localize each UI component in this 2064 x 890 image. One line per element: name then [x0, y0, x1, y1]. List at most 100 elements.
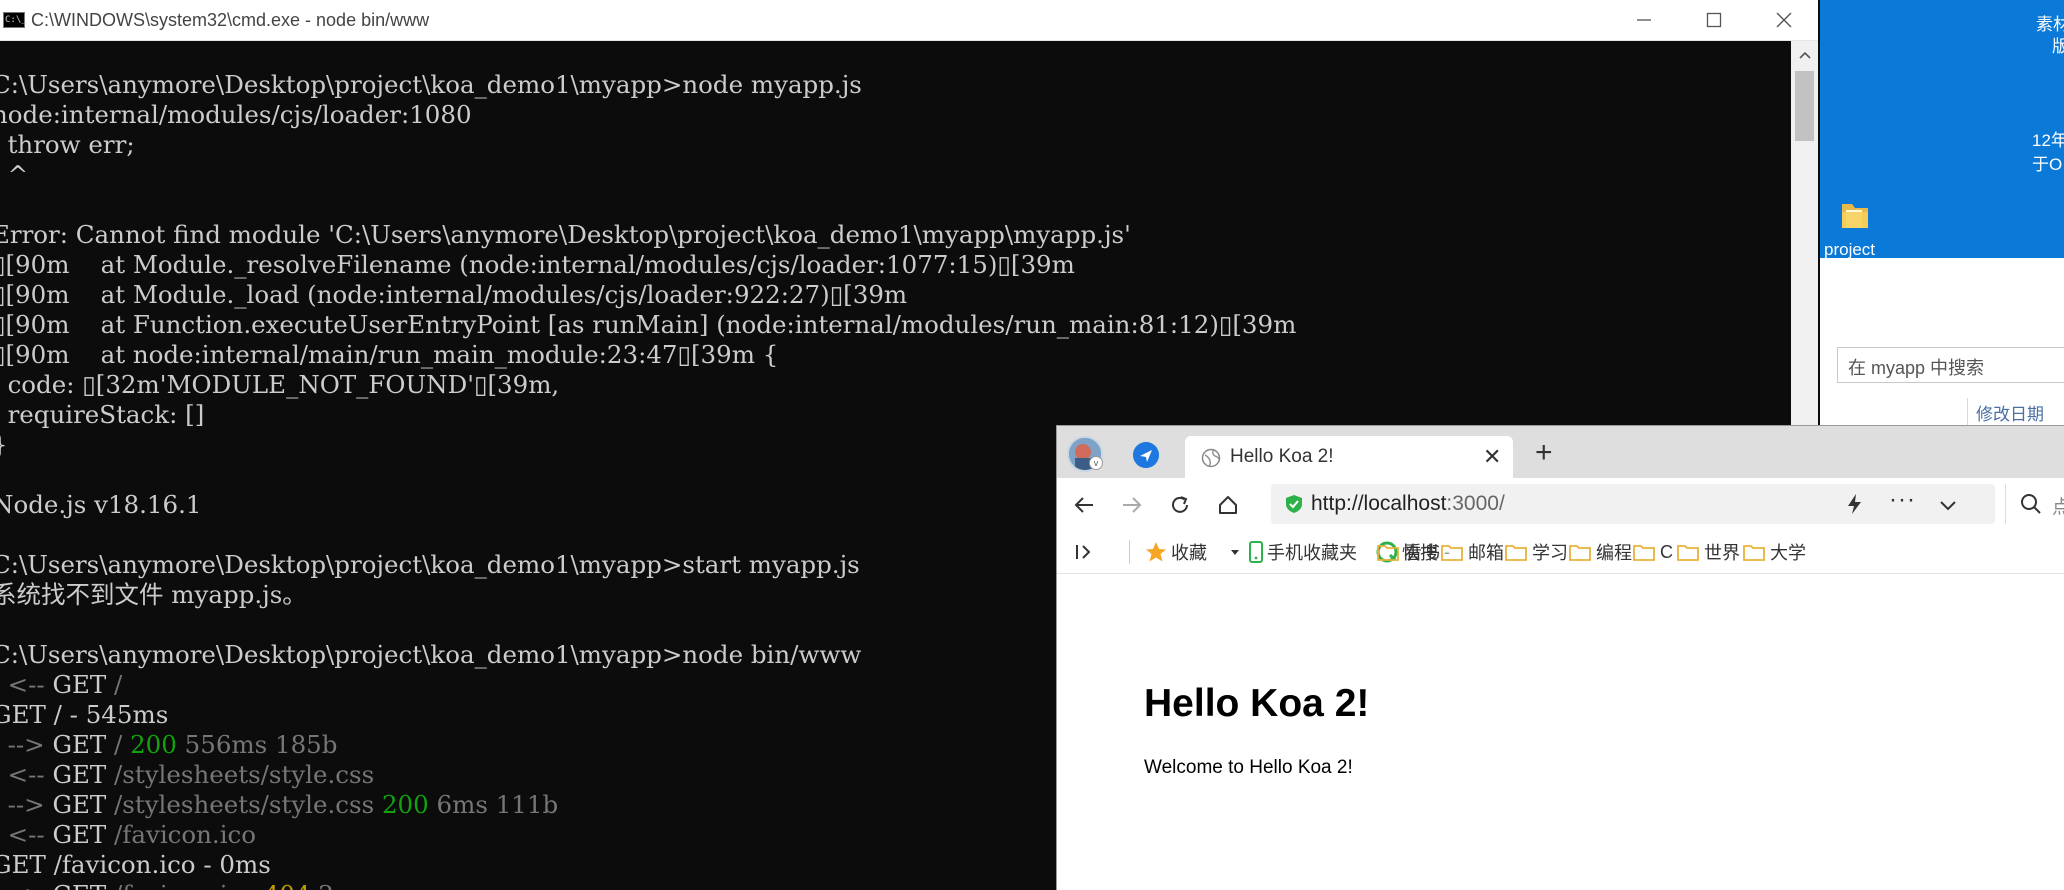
sidebar-toggle-icon — [1076, 545, 1091, 559]
scroll-up-button[interactable] — [1791, 41, 1818, 69]
forward-button[interactable] — [1117, 490, 1147, 520]
console-text: code: ▯[32m'MODULE_NOT_FOUND'▯[39m, — [0, 370, 560, 399]
console-text: ▯[90m at node:internal/main/run_main_mod… — [0, 340, 779, 369]
bookmark-favorites[interactable]: 收藏 — [1145, 540, 1207, 564]
console-text: 6ms 111b — [436, 790, 559, 819]
console-text: GET — [52, 760, 115, 789]
bookmark-folder[interactable]: 学习 — [1505, 540, 1568, 564]
arrow-right-icon — [1123, 497, 1142, 513]
scrollbar-thumb[interactable] — [1795, 71, 1814, 141]
console-text: } — [0, 430, 8, 459]
favorites-dropdown[interactable] — [1229, 540, 1241, 564]
close-button[interactable] — [1749, 0, 1819, 40]
console-line: ▯[90m at Module._load (node:internal/mod… — [0, 280, 1782, 310]
reload-icon — [1172, 496, 1188, 513]
navigation-icon[interactable] — [1133, 442, 1159, 468]
folder-icon[interactable] — [1838, 198, 1872, 232]
console-text: GET /favicon.ico - 0ms — [0, 850, 271, 879]
bookmark-folder[interactable]: C — [1633, 540, 1673, 564]
console-text: GET / - 545ms — [0, 700, 169, 729]
console-text: ▯[90m at Function.executeUserEntryPoint … — [0, 310, 1297, 339]
window-title: C:\WINDOWS\system32\cmd.exe - node bin/w… — [31, 10, 430, 30]
console-text: GET — [52, 820, 115, 849]
console-text: 200 — [130, 730, 185, 759]
console-text: ▯[90m at Module._load (node:internal/mod… — [0, 280, 908, 309]
sidebar-toggle-button[interactable] — [1073, 540, 1095, 564]
cmd-titlebar[interactable]: C:\_ C:\WINDOWS\system32\cmd.exe - node … — [0, 0, 1818, 41]
tab-bar: v Hello Koa 2! ✕ + — [1057, 426, 2064, 478]
console-text: <-- — [7, 820, 45, 849]
console-text: --> — [7, 730, 45, 759]
console-line: ▯[90m at Function.executeUserEntryPoint … — [0, 310, 1782, 340]
lightning-icon[interactable] — [1843, 492, 1867, 516]
folder-icon — [1677, 544, 1699, 561]
phone-icon — [1249, 541, 1263, 563]
console-text: C:\Users\anymore\Desktop\project\koa_dem… — [0, 550, 860, 579]
bookmark-folder-label: 世界 — [1704, 543, 1740, 563]
explorer-search-input[interactable]: 在 myapp 中搜索 — [1837, 347, 2064, 383]
page-content: Hello Koa 2! Welcome to Hello Koa 2! — [1057, 574, 2064, 890]
folder-icon — [1441, 544, 1463, 561]
close-icon — [1776, 12, 1792, 28]
minimize-icon — [1637, 19, 1651, 21]
globe-icon — [1201, 448, 1221, 468]
folder-icon — [1505, 544, 1527, 561]
caret-down-icon — [1231, 550, 1239, 555]
chevron-down-icon[interactable]: v — [1089, 456, 1103, 470]
console-text: <-- — [7, 670, 45, 699]
bookmark-folder[interactable]: 大学 — [1743, 540, 1806, 564]
console-text: Node.js v18.16.1 — [0, 490, 202, 519]
close-tab-icon[interactable]: ✕ — [1483, 446, 1501, 468]
bookmarks-bar: 收藏 手机收藏夹 快搜 - 看书 邮箱 学习 编程 C 世界 大学 — [1057, 530, 2064, 574]
more-icon[interactable]: ··· — [1889, 486, 1916, 514]
folder-icon — [1743, 544, 1765, 561]
console-text: /favicon.ico — [114, 880, 264, 890]
bookmark-folder-label: 大学 — [1770, 543, 1806, 563]
url-text[interactable]: http://localhost:3000/ — [1311, 492, 1505, 516]
bookmark-folder-label: 学习 — [1532, 543, 1568, 563]
console-text: 200 — [381, 790, 437, 819]
maximize-button[interactable] — [1679, 0, 1749, 40]
console-text: --> — [0, 880, 52, 890]
bookmark-folder[interactable]: 看书 — [1377, 540, 1440, 564]
explorer-column-header[interactable]: 修改日期 — [1967, 398, 2044, 428]
console-text: /stylesheets/style.css — [114, 790, 382, 819]
console-line: C:\Users\anymore\Desktop\project\koa_dem… — [0, 70, 1782, 100]
desktop-text: 12年 — [2032, 131, 2064, 150]
home-button[interactable] — [1213, 490, 1243, 520]
console-text: C:\Users\anymore\Desktop\project\koa_dem… — [0, 70, 862, 99]
bookmark-folder[interactable]: 邮箱 — [1441, 540, 1504, 564]
search-box[interactable]: 点 — [2005, 484, 2064, 524]
bookmark-mobile[interactable]: 手机收藏夹 — [1249, 540, 1357, 564]
browser-window: v Hello Koa 2! ✕ + http://localhost:3000… — [1056, 425, 2064, 890]
back-button[interactable] — [1069, 490, 1099, 520]
console-text: throw err; — [0, 130, 135, 159]
console-text: C:\Users\anymore\Desktop\project\koa_dem… — [0, 640, 862, 669]
minimize-button[interactable] — [1609, 0, 1679, 40]
console-text: GET — [52, 670, 115, 699]
console-text: node:internal/modules/cjs/loader:1080 — [0, 100, 472, 129]
console-text: ▯[90m at Module._resolveFilename (node:i… — [0, 250, 1075, 279]
bookmark-folder[interactable]: 世界 — [1677, 540, 1740, 564]
chevron-down-icon[interactable] — [1937, 494, 1959, 516]
desktop-folder-label[interactable]: project — [1824, 240, 1884, 258]
bookmark-folder[interactable]: 编程 — [1569, 540, 1632, 564]
address-bar[interactable]: http://localhost:3000/ ··· — [1271, 484, 1995, 524]
url-port-path: :3000/ — [1446, 492, 1505, 515]
desktop-text: 于O — [2032, 155, 2063, 174]
bookmark-folder-label: 邮箱 — [1468, 543, 1504, 563]
search-placeholder: 点 — [2052, 492, 2064, 519]
folder-icon — [1633, 544, 1655, 561]
reload-button[interactable] — [1165, 490, 1195, 520]
maximize-icon — [1706, 12, 1722, 28]
new-tab-button[interactable]: + — [1535, 438, 1553, 468]
folder-icon — [1569, 544, 1591, 561]
console-text: / — [114, 730, 131, 759]
home-icon — [1219, 496, 1237, 514]
console-text: GET — [52, 880, 114, 890]
star-icon — [1146, 542, 1166, 562]
tab-hello-koa[interactable]: Hello Koa 2! ✕ — [1185, 436, 1513, 478]
browser-toolbar: http://localhost:3000/ ··· 点 — [1057, 478, 2064, 530]
console-line: ▯[90m at Module._resolveFilename (node:i… — [0, 250, 1782, 280]
